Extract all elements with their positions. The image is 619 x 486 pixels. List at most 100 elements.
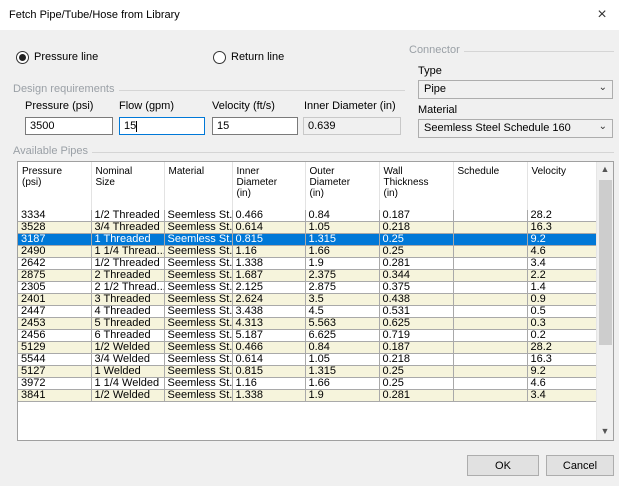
table-row[interactable]: 2453 5 Threaded Seemless St... 4.313 5.563 0.…	[18, 317, 599, 331]
material-dropdown[interactable]: Seemless Steel Schedule 160 ⌄	[418, 119, 613, 138]
table-row[interactable]: 5127 1 Welded Seemless St... 0.815 1.315 0.25…	[18, 365, 599, 379]
table-cell: Seemless St...	[164, 269, 233, 283]
table-cell: 0.625	[379, 317, 454, 331]
table-row[interactable]: 2875 2 Threaded Seemless St... 1.687 2.375 0.…	[18, 269, 599, 283]
table-cell: 0.25	[379, 233, 454, 247]
table-cell: 5544	[18, 353, 92, 367]
table-cell	[453, 257, 528, 271]
type-dropdown[interactable]: Pipe ⌄	[418, 80, 613, 99]
table-cell: 0.614	[232, 353, 306, 367]
table-cell: 6.625	[305, 329, 380, 343]
table-row[interactable]: 3972 1 1/4 Welded Seemless St... 1.16 1.66 0.…	[18, 377, 599, 391]
table-cell: 3 Threaded	[91, 293, 165, 307]
table-row[interactable]: 3187 1 Threaded Seemless St... 0.815 1.315 0.…	[18, 233, 599, 247]
table-row[interactable]: 2642 1/2 Threaded Seemless St... 1.338 1.9 0.…	[18, 257, 599, 271]
table-cell: 2305	[18, 281, 92, 295]
column-header[interactable]: Nominal Size	[91, 162, 165, 210]
scroll-up-icon[interactable]: ▲	[597, 164, 613, 174]
table-cell	[453, 233, 528, 247]
velocity-label: Velocity (ft/s)	[212, 100, 275, 112]
table-row[interactable]: 5544 3/4 Welded Seemless St... 0.614 1.05 0.2…	[18, 353, 599, 367]
column-header[interactable]: Pressure (psi)	[18, 162, 92, 210]
table-cell: 4.6	[527, 377, 599, 391]
chevron-down-icon: ⌄	[598, 82, 607, 93]
table-cell: 4.5	[305, 305, 380, 319]
table-cell: 2401	[18, 293, 92, 307]
pressure-line-label[interactable]: Pressure line	[34, 51, 98, 63]
table-cell: 1/2 Threaded	[91, 210, 165, 223]
column-header[interactable]: Wall Thickness (in)	[379, 162, 454, 210]
return-line-radio[interactable]	[213, 51, 226, 64]
ok-button[interactable]: OK	[467, 455, 539, 476]
table-cell: 1 Welded	[91, 365, 165, 379]
table-cell: Seemless St...	[164, 305, 233, 319]
column-header[interactable]: Velocity	[527, 162, 599, 210]
table-cell: Seemless St...	[164, 317, 233, 331]
table-cell: 3.5	[305, 293, 380, 307]
table-cell: Seemless St...	[164, 210, 233, 223]
table-row[interactable]: 3334 1/2 Threaded Seemless St... 0.466 0.84 0…	[18, 210, 599, 223]
table-cell: 3528	[18, 221, 92, 235]
table-row[interactable]: 3841 1/2 Welded Seemless St... 1.338 1.9 0.28…	[18, 389, 599, 403]
table-cell: 1.315	[305, 365, 380, 379]
column-header[interactable]: Outer Diameter (in)	[305, 162, 380, 210]
table-cell: 3972	[18, 377, 92, 391]
table-cell: 3.438	[232, 305, 306, 319]
table-cell: 6 Threaded	[91, 329, 165, 343]
table-cell: 3.4	[527, 257, 599, 271]
table-header: Pressure (psi) Nominal Size Material Inner …	[18, 162, 599, 210]
return-line-label[interactable]: Return line	[231, 51, 284, 63]
table-cell	[453, 210, 528, 223]
table-cell: 0.5	[527, 305, 599, 319]
table-cell: 5129	[18, 341, 92, 355]
flow-label: Flow (gpm)	[119, 100, 175, 112]
table-row[interactable]: 2490 1 1/4 Thread... Seemless St... 1.16 1.6…	[18, 245, 599, 259]
column-header[interactable]: Inner Diameter (in)	[232, 162, 306, 210]
table-cell: 0.187	[379, 341, 454, 355]
table-cell: 5127	[18, 365, 92, 379]
table-cell: 4.6	[527, 245, 599, 259]
pipes-table[interactable]: Pressure (psi) Nominal Size Material Inner …	[17, 161, 614, 441]
pressure-input[interactable]: 3500	[25, 117, 113, 135]
table-cell: 1.05	[305, 221, 380, 235]
table-cell: 1.66	[305, 245, 380, 259]
table-row[interactable]: 2305 2 1/2 Thread... Seemless St... 2.125 2.…	[18, 281, 599, 295]
table-cell: 5.563	[305, 317, 380, 331]
flow-input[interactable]: 15	[119, 117, 205, 135]
table-cell: 3/4 Welded	[91, 353, 165, 367]
table-row[interactable]: 3528 3/4 Threaded Seemless St... 0.614 1.05 0…	[18, 221, 599, 235]
close-icon[interactable]: ×	[585, 0, 619, 30]
vertical-scrollbar[interactable]: ▲ ▼	[596, 162, 613, 440]
pressure-label: Pressure (psi)	[25, 100, 94, 112]
table-cell: 0.84	[305, 210, 380, 223]
column-header[interactable]: Material	[164, 162, 233, 210]
table-cell	[453, 221, 528, 235]
table-row[interactable]: 2447 4 Threaded Seemless St... 3.438 4.5 0.53…	[18, 305, 599, 319]
table-cell: 2.624	[232, 293, 306, 307]
table-cell: 1.338	[232, 389, 306, 403]
scroll-down-icon[interactable]: ▼	[597, 426, 613, 436]
table-cell	[453, 293, 528, 307]
table-cell: Seemless St...	[164, 233, 233, 247]
table-cell: 1.687	[232, 269, 306, 283]
scrollbar-thumb[interactable]	[599, 180, 612, 345]
table-cell: 1 1/4 Welded	[91, 377, 165, 391]
pressure-line-radio[interactable]	[16, 51, 29, 64]
table-row[interactable]: 2456 6 Threaded Seemless St... 5.187 6.625 0.…	[18, 329, 599, 343]
cancel-button[interactable]: Cancel	[546, 455, 614, 476]
table-cell: 3/4 Threaded	[91, 221, 165, 235]
column-header[interactable]: Schedule	[453, 162, 528, 210]
table-cell: 1 Threaded	[91, 233, 165, 247]
table-cell: 1.315	[305, 233, 380, 247]
table-cell: Seemless St...	[164, 353, 233, 367]
table-row[interactable]: 2401 3 Threaded Seemless St... 2.624 3.5 0.43…	[18, 293, 599, 307]
inner-diameter-output: 0.639	[303, 117, 401, 135]
velocity-input[interactable]: 15	[212, 117, 298, 135]
table-row[interactable]: 5129 1/2 Welded Seemless St... 0.466 0.84 0.1…	[18, 341, 599, 355]
type-dropdown-value: Pipe	[424, 83, 447, 95]
table-cell: Seemless St...	[164, 257, 233, 271]
table-cell: 2642	[18, 257, 92, 271]
table-cell: 0.25	[379, 377, 454, 391]
table-cell	[453, 389, 528, 403]
table-cell: 3841	[18, 389, 92, 403]
